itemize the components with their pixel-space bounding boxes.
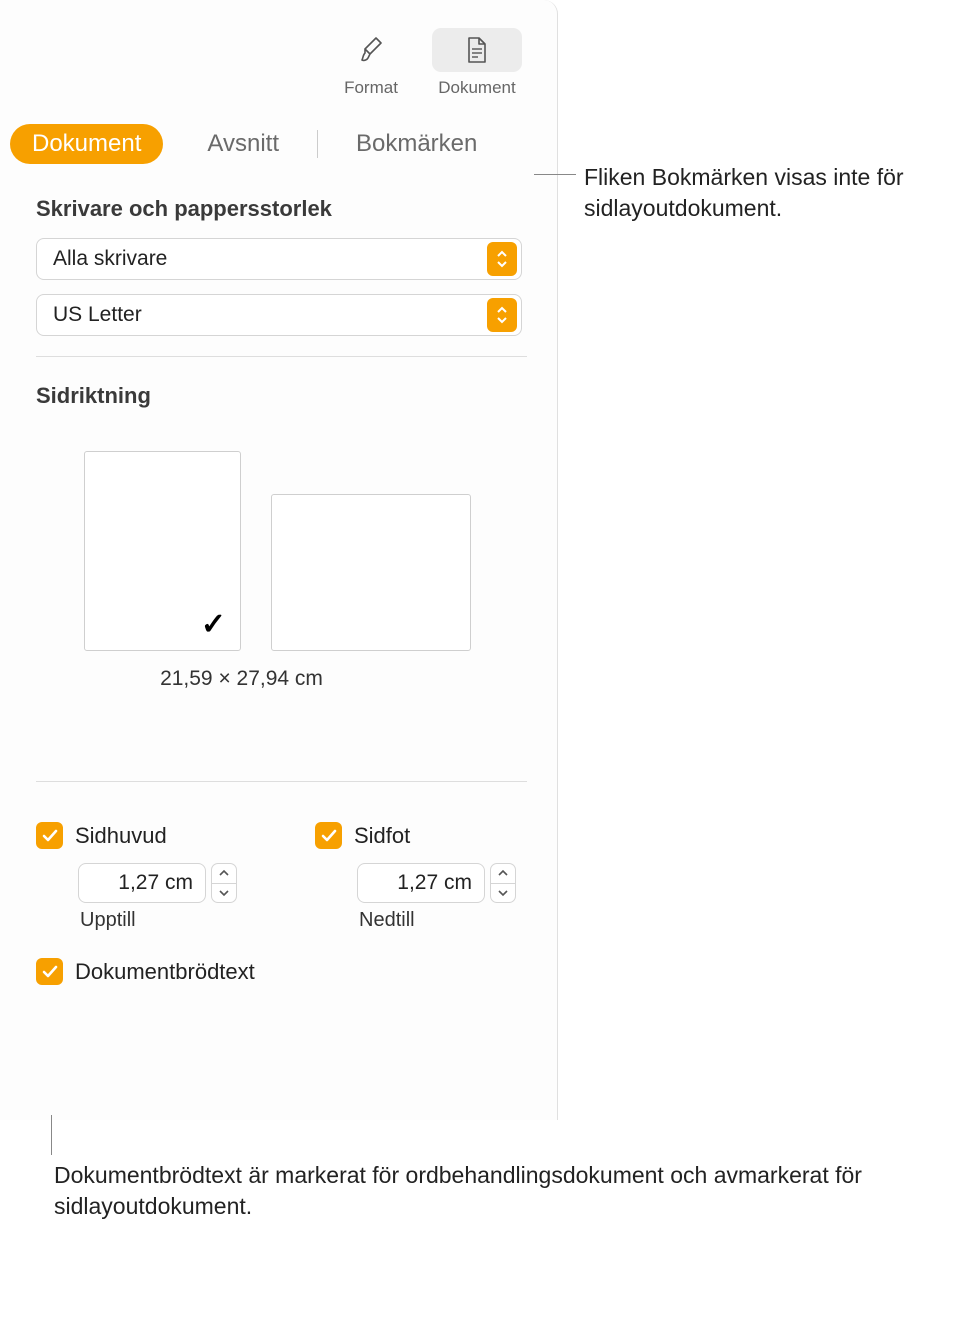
- header-stepper-buttons: [211, 863, 237, 903]
- bodytext-checkbox[interactable]: [36, 958, 63, 985]
- format-button[interactable]: [326, 28, 416, 72]
- header-label: Sidhuvud: [75, 823, 167, 849]
- orientation-title: Sidriktning: [36, 383, 527, 409]
- footer-sublabel: Nedtill: [359, 909, 516, 932]
- tab-bookmarks[interactable]: Bokmärken: [334, 124, 499, 164]
- popup-arrows-icon: [487, 298, 517, 332]
- document-button[interactable]: [432, 28, 522, 72]
- footer-checkbox-row: Sidfot: [315, 822, 516, 849]
- bodytext-label: Dokumentbrödtext: [75, 959, 255, 985]
- footer-label: Sidfot: [354, 823, 410, 849]
- toolbar-item-document[interactable]: Dokument: [427, 28, 527, 98]
- paper-value: US Letter: [53, 303, 142, 327]
- orientation-section: Sidriktning ✓ 21,59 × 27,94 cm: [0, 357, 557, 691]
- header-column: Sidhuvud 1,27 cm Upptill: [36, 822, 237, 932]
- stepper-down[interactable]: [491, 884, 515, 903]
- document-icon: [464, 35, 490, 65]
- footer-checkbox[interactable]: [315, 822, 342, 849]
- callout-line: [534, 174, 576, 175]
- printer-popup[interactable]: Alla skrivare: [36, 238, 522, 280]
- tab-separator: [317, 130, 318, 158]
- tab-document[interactable]: Dokument: [10, 124, 163, 164]
- checkmark-icon: ✓: [201, 607, 226, 642]
- orientation-landscape[interactable]: [271, 494, 471, 651]
- printer-section-title: Skrivare och pappersstorlek: [36, 196, 527, 222]
- callout-bookmarks: Fliken Bokmärken visas inte för sidlayou…: [584, 162, 979, 224]
- paintbrush-icon: [356, 35, 386, 65]
- page-dimensions: 21,59 × 27,94 cm: [36, 667, 527, 691]
- chevron-down-icon: [497, 889, 509, 897]
- check-icon: [320, 827, 338, 845]
- footer-stepper-buttons: [490, 863, 516, 903]
- chevron-up-icon: [218, 869, 230, 877]
- toolbar-item-format[interactable]: Format: [321, 28, 421, 98]
- header-stepper: 1,27 cm: [78, 863, 237, 903]
- printer-section: Skrivare och pappersstorlek Alla skrivar…: [0, 170, 557, 336]
- format-label: Format: [344, 78, 398, 98]
- check-icon: [41, 827, 59, 845]
- inspector-tabs: Dokument Avsnitt Bokmärken: [0, 108, 557, 170]
- popup-arrows-icon: [487, 242, 517, 276]
- header-value-input[interactable]: 1,27 cm: [78, 863, 206, 903]
- header-checkbox[interactable]: [36, 822, 63, 849]
- stepper-up[interactable]: [491, 864, 515, 884]
- orientation-portrait[interactable]: ✓: [84, 451, 241, 651]
- paper-popup[interactable]: US Letter: [36, 294, 522, 336]
- callout-bodytext: Dokumentbrödtext är markerat för ordbeha…: [54, 1160, 979, 1222]
- stepper-down[interactable]: [212, 884, 236, 903]
- check-icon: [41, 963, 59, 981]
- toolbar: Format Dokument: [0, 0, 557, 108]
- callout-line: [51, 1115, 52, 1155]
- tab-section[interactable]: Avsnitt: [185, 124, 301, 164]
- header-checkbox-row: Sidhuvud: [36, 822, 237, 849]
- bodytext-row: Dokumentbrödtext: [0, 932, 557, 985]
- header-sublabel: Upptill: [80, 909, 237, 932]
- document-label: Dokument: [438, 78, 515, 98]
- orientation-row: ✓: [36, 425, 527, 651]
- footer-value-input[interactable]: 1,27 cm: [357, 863, 485, 903]
- footer-stepper: 1,27 cm: [357, 863, 516, 903]
- chevron-down-icon: [218, 889, 230, 897]
- header-footer-row: Sidhuvud 1,27 cm Upptill: [0, 782, 557, 932]
- stepper-up[interactable]: [212, 864, 236, 884]
- inspector-panel: Format Dokument Dokument Avsnitt Bokmärk…: [0, 0, 558, 1120]
- chevron-up-icon: [497, 869, 509, 877]
- printer-value: Alla skrivare: [53, 247, 167, 271]
- footer-column: Sidfot 1,27 cm Nedtill: [315, 822, 516, 932]
